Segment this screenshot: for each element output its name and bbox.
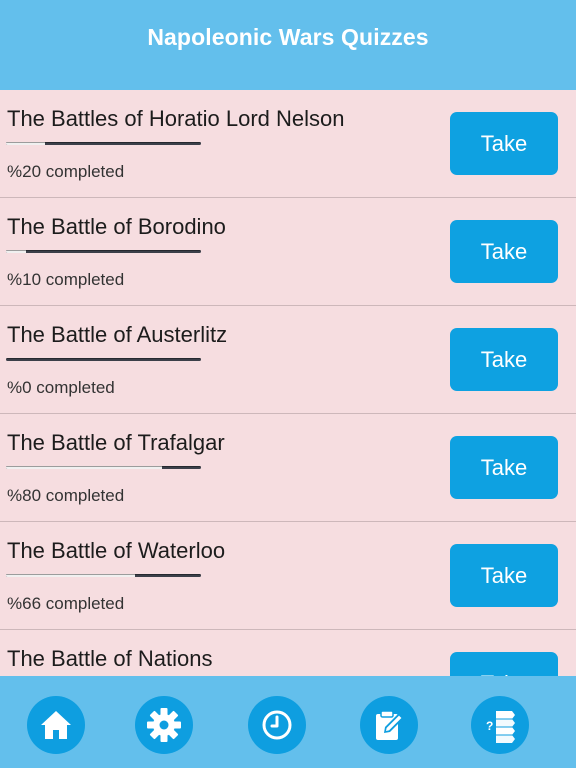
quiz-status: %66 completed [7, 594, 125, 613]
progress-bar [6, 574, 201, 577]
tab-home[interactable] [27, 696, 85, 754]
quiz-title: The Battle of Austerlitz [7, 322, 228, 347]
tab-notes[interactable] [360, 696, 418, 754]
progress-bar [6, 142, 201, 145]
gear-icon [147, 708, 181, 742]
quiz-list[interactable]: The Battles of Horatio Lord Nelson %20 c… [0, 90, 576, 676]
quiz-list-icon: ? [486, 711, 515, 743]
take-button[interactable]: Take [450, 112, 558, 175]
quiz-title: The Battle of Waterloo [7, 538, 226, 563]
page-title: Napoleonic Wars Quizzes [147, 23, 429, 50]
list-item: The Battles of Horatio Lord Nelson %20 c… [0, 90, 576, 198]
take-button[interactable]: Take [450, 328, 558, 391]
svg-text:?: ? [486, 719, 493, 733]
progress-fill [6, 250, 26, 253]
header-bar: Napoleonic Wars Quizzes [0, 0, 576, 90]
quiz-title: The Battle of Nations [7, 646, 213, 671]
tab-history[interactable] [248, 696, 306, 754]
quiz-title: The Battle of Borodino [7, 214, 226, 239]
progress-bar [6, 250, 201, 253]
quiz-status: %20 completed [7, 162, 125, 181]
quiz-status: %0 completed [7, 378, 115, 397]
list-item: The Battle of Borodino %10 completed Tak… [0, 198, 576, 306]
tab-quiz-list[interactable]: ? [471, 696, 529, 754]
quiz-title: The Battles of Horatio Lord Nelson [7, 106, 345, 131]
take-button[interactable]: Take [450, 436, 558, 499]
progress-bar [6, 358, 201, 361]
quiz-status: %10 completed [7, 270, 125, 289]
list-item: The Battle of Trafalgar %80 completed Ta… [0, 414, 576, 522]
progress-fill [6, 142, 45, 145]
home-icon [41, 711, 71, 739]
list-item: The Battle of Austerlitz %0 completed Ta… [0, 306, 576, 414]
take-button[interactable]: Take [450, 544, 558, 607]
tab-settings[interactable] [135, 696, 193, 754]
list-item: The Battle of Nations Take [0, 630, 576, 676]
progress-fill [6, 574, 135, 577]
quiz-title: The Battle of Trafalgar [7, 430, 225, 455]
take-button[interactable]: Take [450, 220, 558, 283]
list-item: The Battle of Waterloo %66 completed Tak… [0, 522, 576, 630]
edit-note-icon [376, 710, 404, 740]
bottom-tab-bar: ? [0, 676, 576, 768]
clock-icon [262, 710, 292, 740]
progress-bar [6, 466, 201, 469]
quiz-status: %80 completed [7, 486, 125, 505]
take-button[interactable]: Take [450, 652, 558, 676]
progress-fill [6, 466, 162, 469]
